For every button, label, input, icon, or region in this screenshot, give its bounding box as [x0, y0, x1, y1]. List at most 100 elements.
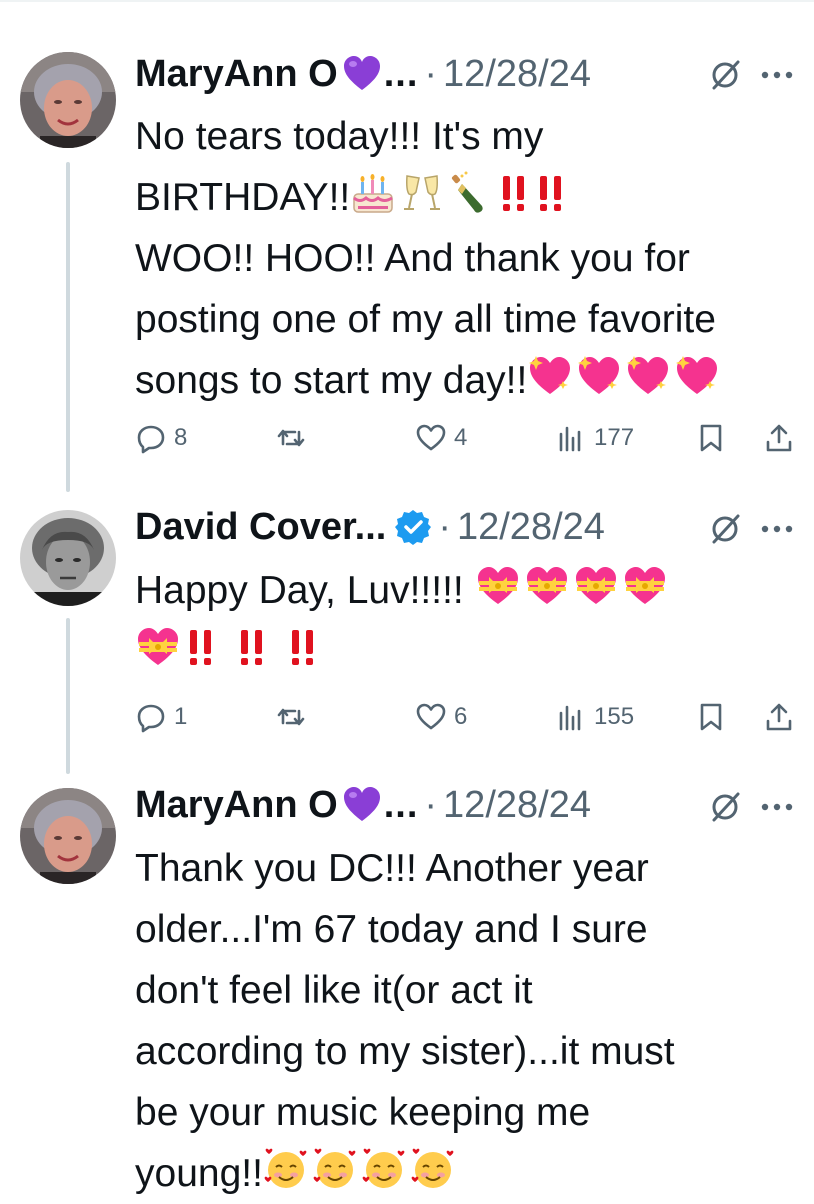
like-button[interactable]: 4 [415, 418, 467, 458]
tweet-text-line-with-emoji: Happy Day, Luv!!!!! [135, 560, 800, 621]
double-exclamation-emoji-icon [503, 176, 525, 211]
reply-icon [137, 425, 165, 454]
share-button[interactable] [763, 418, 795, 458]
grok-icon[interactable] [706, 56, 744, 94]
tweet-header: MaryAnn O ... · 12/28/24 [135, 783, 591, 827]
reply-button[interactable]: 1 [135, 697, 187, 737]
reply-button[interactable]: 8 [135, 418, 187, 458]
reply-icon [137, 704, 165, 733]
tweet-text-line-with-emoji: young!! [135, 1143, 800, 1204]
name-truncation: ... [383, 53, 419, 95]
bookmark-icon [700, 703, 722, 731]
grok-icon[interactable] [706, 788, 744, 826]
thread-connector-line [66, 618, 70, 774]
tweet-text-line-emoji-only [135, 621, 800, 682]
share-button[interactable] [763, 697, 795, 737]
tweet-text-line: No tears today!!! It's my [135, 115, 544, 158]
tweet-header: MaryAnn O ... · 12/28/24 [135, 52, 591, 96]
heart-with-ribbon-emoji-icon [477, 567, 518, 604]
views-bar-chart-icon [559, 426, 581, 452]
avatar[interactable] [20, 788, 116, 884]
tweet-text-line-with-emoji: songs to start my day!! [135, 350, 800, 411]
author-name[interactable]: David Cover... [135, 505, 386, 549]
bookmark-icon [700, 424, 722, 452]
like-count: 4 [454, 424, 468, 451]
repost-button[interactable] [275, 697, 307, 737]
view-count: 155 [594, 703, 635, 730]
bookmark-button[interactable] [695, 697, 727, 737]
more-options-icon[interactable] [760, 70, 794, 80]
author-name[interactable]: MaryAnn O [135, 783, 338, 827]
tweet-actions: 8 4 177 [135, 418, 800, 458]
verified-badge-icon [395, 510, 432, 545]
post-date[interactable]: 12/28/24 [443, 52, 591, 96]
tweet-text-line: posting one of my all time favorite [135, 298, 716, 341]
tweet-text-segment: BIRTHDAY!! [135, 176, 351, 219]
repost-icon [277, 429, 305, 447]
tweet-text-line-with-emoji: BIRTHDAY!! [135, 167, 800, 228]
tweet-text: No tears today!!! It's my BIRTHDAY!! WOO… [135, 106, 800, 411]
avatar[interactable] [20, 510, 116, 606]
views-bar-chart-icon [559, 705, 581, 731]
smiling-face-with-hearts-emoji-icon [313, 1148, 356, 1188]
reply-count: 1 [174, 703, 188, 730]
tweet-text-line: be your music keeping me [135, 1091, 591, 1134]
birthday-cake-emoji-icon [353, 174, 394, 213]
repost-icon [277, 708, 305, 726]
repost-button[interactable] [275, 418, 307, 458]
author-name[interactable]: MaryAnn O [135, 52, 338, 96]
smiling-face-with-hearts-emoji-icon [411, 1148, 454, 1188]
sparkling-heart-emoji-icon [676, 356, 718, 394]
tweet-text: Happy Day, Luv!!!!! [135, 560, 800, 682]
share-icon [766, 424, 792, 452]
double-exclamation-emoji-icon [190, 630, 211, 665]
tweet-text-line: older...I'm 67 today and I sure [135, 908, 648, 951]
tweet-text-line: WOO!! HOO!! And thank you for [135, 237, 690, 280]
views-button[interactable]: 177 [555, 418, 634, 458]
tweet-text-line: according to my sister)...it must [135, 1030, 675, 1073]
more-options-icon[interactable] [760, 524, 794, 534]
tweet-text-segment: songs to start my day!! [135, 359, 528, 402]
sparkling-heart-emoji-icon [578, 356, 620, 394]
thread-connector-line [66, 162, 70, 492]
like-button[interactable]: 6 [415, 697, 467, 737]
tweet-text: Thank you DC!!! Another year older...I'm… [135, 838, 800, 1204]
tweet-header: David Cover... · 12/28/24 [135, 505, 605, 549]
bottle-with-popping-cork-emoji-icon [452, 171, 483, 213]
post-date[interactable]: 12/28/24 [457, 505, 605, 549]
post-date[interactable]: 12/28/24 [443, 783, 591, 827]
top-divider [0, 0, 814, 2]
sparkling-heart-emoji-icon [627, 356, 669, 394]
double-exclamation-emoji-icon [292, 630, 313, 665]
double-exclamation-emoji-icon [540, 176, 562, 211]
sparkling-heart-emoji-icon [529, 356, 571, 394]
heart-with-ribbon-emoji-icon [138, 628, 178, 665]
views-button[interactable]: 155 [555, 697, 634, 737]
share-icon [766, 703, 792, 731]
smiling-face-with-hearts-emoji-icon [264, 1148, 307, 1188]
tweet-text-line: Thank you DC!!! Another year [135, 847, 649, 890]
double-exclamation-emoji-icon [241, 630, 262, 665]
avatar[interactable] [20, 52, 116, 148]
grok-icon[interactable] [706, 510, 744, 548]
dot-separator: · [438, 506, 451, 548]
view-count: 177 [594, 424, 635, 451]
like-count: 6 [454, 703, 468, 730]
purple-heart-emoji-icon [343, 787, 380, 821]
name-truncation: ... [383, 784, 419, 826]
smiling-face-with-hearts-emoji-icon [362, 1148, 405, 1188]
tweet-actions: 1 6 155 [135, 697, 800, 737]
tweet-text-segment: Happy Day, Luv!!!!! [135, 569, 464, 612]
reply-count: 8 [174, 424, 188, 451]
bookmark-button[interactable] [695, 418, 727, 458]
heart-with-ribbon-emoji-icon [624, 567, 665, 604]
tweet-text-line: don't feel like it(or act it [135, 969, 533, 1012]
heart-with-ribbon-emoji-icon [526, 567, 567, 604]
heart-icon [416, 703, 446, 730]
dot-separator: · [424, 53, 438, 95]
dot-separator: · [424, 784, 438, 826]
clinking-glasses-emoji-icon [404, 175, 441, 210]
heart-icon [416, 424, 446, 451]
tweet-text-segment: young!! [135, 1152, 263, 1195]
more-options-icon[interactable] [760, 802, 794, 812]
